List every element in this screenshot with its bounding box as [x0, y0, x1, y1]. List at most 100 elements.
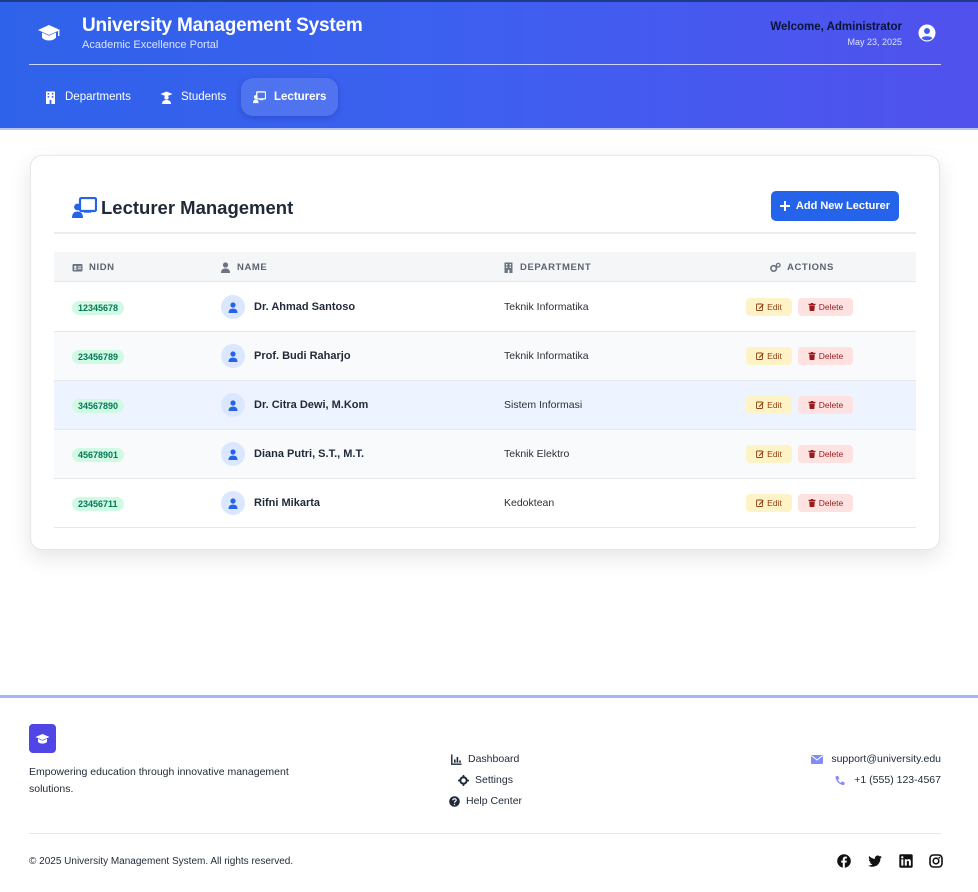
avatar	[221, 393, 245, 417]
edit-button[interactable]: Edit	[746, 445, 792, 463]
current-date: May 23, 2025	[847, 37, 902, 47]
edit-label: Edit	[767, 351, 782, 361]
instagram-icon[interactable]	[929, 854, 943, 868]
delete-button[interactable]: Delete	[798, 494, 853, 512]
chart-icon	[451, 754, 462, 765]
facebook-icon[interactable]	[837, 854, 851, 868]
column-actions-label: ACTIONS	[787, 261, 834, 273]
footer-email[interactable]: support@university.edu	[811, 753, 941, 765]
trash-icon	[808, 303, 816, 311]
cogs-icon	[770, 262, 781, 272]
avatar	[221, 491, 245, 515]
nidn-badge: 23456711	[72, 497, 124, 511]
table-row: 23456711 Rifni Mikarta Kedoktean Edit Delete	[54, 479, 916, 528]
edit-icon	[756, 303, 764, 311]
column-nidn: NIDN	[72, 252, 115, 282]
nidn-badge: 12345678	[72, 301, 125, 315]
footer-phone-text: +1 (555) 123-4567	[854, 774, 941, 786]
linkedin-icon[interactable]	[899, 854, 913, 868]
table-header: NIDN NAME DEPARTMENT ACTIONS	[54, 252, 916, 282]
edit-button[interactable]: Edit	[746, 494, 792, 512]
edit-button[interactable]: Edit	[746, 396, 792, 414]
lecturer-name: Prof. Budi Raharjo	[254, 350, 351, 362]
delete-button[interactable]: Delete	[798, 445, 853, 463]
table-row: 34567890 Dr. Citra Dewi, M.Kom Sistem Info…	[54, 381, 916, 430]
add-lecturer-label: Add New Lecturer	[795, 200, 891, 212]
header-divider	[29, 64, 941, 65]
delete-button[interactable]: Delete	[798, 396, 853, 414]
user-circle-icon[interactable]	[918, 24, 936, 42]
nav-students-label: Students	[181, 91, 227, 103]
lecturer-department: Teknik Informatika	[504, 350, 589, 362]
user-icon	[228, 350, 238, 362]
column-department: DEPARTMENT	[503, 252, 591, 282]
footer-email-text: support@university.edu	[831, 753, 941, 765]
footer-phone[interactable]: +1 (555) 123-4567	[834, 774, 941, 786]
footer-divider	[29, 833, 941, 834]
nav-lecturers-label: Lecturers	[274, 91, 327, 103]
delete-label: Delete	[818, 351, 844, 361]
user-icon	[228, 448, 238, 460]
edit-icon	[756, 499, 764, 507]
lecturer-department: Kedoktean	[504, 497, 555, 509]
lecturer-department: Sistem Informasi	[504, 399, 583, 411]
edit-button[interactable]: Edit	[746, 298, 792, 316]
column-name: NAME	[220, 252, 267, 282]
edit-icon	[756, 401, 764, 409]
edit-button[interactable]: Edit	[746, 347, 792, 365]
delete-label: Delete	[818, 498, 844, 508]
footer-link-settings[interactable]: Settings	[458, 774, 513, 786]
chalkboard-teacher-icon	[72, 197, 97, 218]
card-divider	[54, 232, 916, 234]
lecturer-department: Teknik Elektro	[504, 448, 570, 460]
app-header: University Management System Academic Ex…	[0, 0, 978, 128]
app-subtitle: Academic Excellence Portal	[82, 39, 219, 51]
column-name-label: NAME	[237, 261, 268, 273]
edit-icon	[756, 352, 764, 360]
footer-link-help[interactable]: Help Center	[449, 795, 522, 807]
user-icon	[228, 301, 238, 313]
envelope-icon	[811, 754, 824, 764]
app-footer: Empowering education through innovative …	[0, 695, 978, 892]
trash-icon	[808, 450, 816, 458]
copyright-text: © 2025 University Management System. All…	[29, 856, 294, 867]
column-department-label: DEPARTMENT	[520, 261, 592, 273]
delete-button[interactable]: Delete	[798, 298, 853, 316]
delete-label: Delete	[818, 302, 844, 312]
lecturer-name: Rifni Mikarta	[254, 497, 321, 509]
lecturer-name: Dr. Citra Dewi, M.Kom	[254, 399, 369, 411]
page-title: Lecturer Management	[101, 197, 294, 218]
trash-icon	[808, 499, 816, 507]
nav-lecturers[interactable]: Lecturers	[241, 78, 339, 116]
nidn-badge: 45678901	[72, 448, 125, 462]
edit-icon	[756, 450, 764, 458]
footer-link-dashboard[interactable]: Dashboard	[451, 753, 519, 765]
nav-students[interactable]: Students	[148, 78, 238, 116]
gear-icon	[458, 774, 469, 786]
lecturer-management-card: Lecturer Management Add New Lecturer NID…	[30, 155, 940, 550]
add-lecturer-button[interactable]: Add New Lecturer	[771, 191, 899, 221]
column-nidn-label: NIDN	[89, 261, 115, 273]
student-icon	[160, 91, 173, 104]
lecturer-department: Teknik Informatika	[504, 301, 589, 313]
question-circle-icon	[449, 795, 460, 807]
avatar	[221, 295, 245, 319]
avatar	[221, 442, 245, 466]
trash-icon	[808, 401, 816, 409]
trash-icon	[808, 352, 816, 360]
building-icon	[504, 262, 513, 273]
nav-departments[interactable]: Departments	[32, 78, 143, 116]
edit-label: Edit	[767, 302, 782, 312]
nidn-badge: 34567890	[72, 399, 125, 413]
graduation-cap-icon	[35, 733, 50, 744]
delete-button[interactable]: Delete	[798, 347, 853, 365]
plus-icon	[779, 201, 790, 211]
footer-link-help-label: Help Center	[466, 795, 523, 807]
footer-link-dashboard-label: Dashboard	[468, 753, 520, 765]
graduation-cap-icon	[38, 25, 60, 41]
user-icon	[228, 399, 238, 411]
nav-departments-label: Departments	[65, 91, 131, 103]
twitter-icon[interactable]	[868, 854, 882, 868]
table-row: 23456789 Prof. Budi Raharjo Teknik Informa…	[54, 332, 916, 381]
avatar	[221, 344, 245, 368]
